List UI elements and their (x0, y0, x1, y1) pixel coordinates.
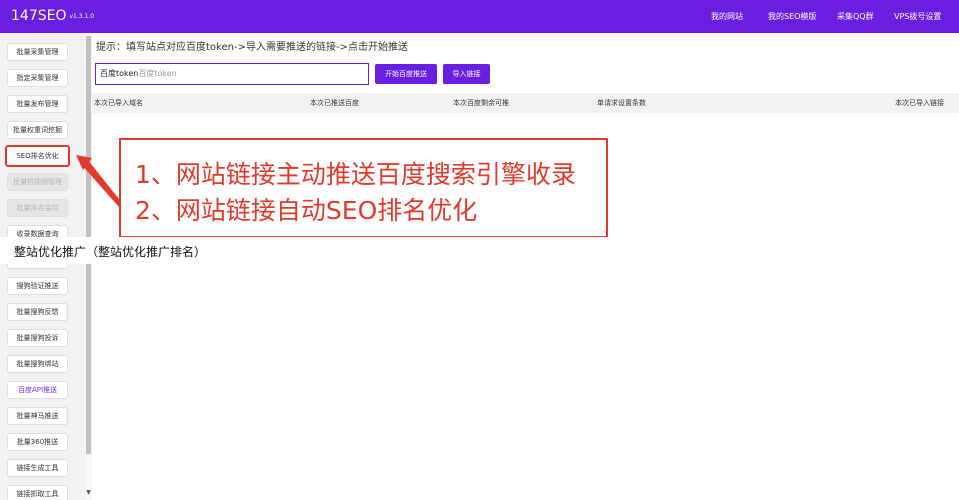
sidebar-item[interactable]: 指定采集管理 (7, 69, 68, 87)
sidebar-item[interactable]: 批量采集管理 (7, 43, 68, 61)
sidebar-item[interactable]: 批量360推送 (7, 433, 68, 451)
token-input-value: 百度token (100, 69, 139, 78)
nav-vps-dial-settings[interactable]: VPS拨号设置 (894, 0, 941, 33)
callout-line-1: 1、网站链接主动推送百度搜索引擎收录 (135, 160, 576, 189)
baidu-token-input[interactable]: 百度token百度token (95, 63, 369, 85)
stats-bar (92, 93, 959, 113)
sidebar-item: 批量短视频管理 (7, 173, 68, 191)
sidebar-item[interactable]: 批量权重词挖掘 (7, 121, 68, 139)
sidebar-item[interactable]: 批量搜狗投诉 (7, 329, 68, 347)
sidebar-item[interactable]: 链接抓取工具 (7, 485, 68, 500)
nav-seo-templates[interactable]: 我的SEO模版 (768, 0, 816, 33)
sidebar-item[interactable]: 链接生成工具 (7, 459, 68, 477)
import-links-button[interactable]: 导入链接 (443, 64, 490, 84)
sidebar-item[interactable]: 百度API推送 (7, 381, 68, 399)
brand-logo: 147SEO v1.3.1.0 (11, 8, 94, 24)
callout-line-2: 2、网站链接自动SEO排名优化 (135, 196, 478, 225)
stat-per-request-count: 单请求设置条数 (597, 99, 646, 107)
version-label: v1.3.1.0 (69, 12, 95, 20)
top-bar: 147SEO v1.3.1.0 我的网站 我的SEO模版 采集QQ群 VPS拨号设… (0, 0, 959, 33)
caption-text: 整站优化推广（整站优化推广排名） (14, 245, 207, 259)
stat-imported-domains: 本次已导入域名 (94, 99, 143, 107)
brand-name: 147SEO (11, 8, 67, 24)
scroll-down-icon[interactable]: ▼ (85, 489, 92, 498)
sidebar-item: 批量排名监控 (7, 199, 68, 217)
sidebar-item[interactable]: 批量发布管理 (7, 95, 68, 113)
start-baidu-push-button[interactable]: 开始百度推送 (375, 64, 437, 84)
app-window: 147SEO v1.3.1.0 我的网站 我的SEO模版 采集QQ群 VPS拨号设… (0, 0, 959, 500)
stat-imported-links: 本次已导入链接 (895, 99, 944, 107)
nav-my-sites[interactable]: 我的网站 (711, 0, 743, 33)
sidebar-item[interactable]: 批量神马推送 (7, 407, 68, 425)
sidebar-item[interactable]: SEO排名优化 (5, 145, 70, 167)
token-input-placeholder: 百度token (138, 69, 177, 78)
sidebar-item[interactable]: 搜狗验证推送 (7, 277, 68, 295)
nav-collect-qq-groups[interactable]: 采集QQ群 (837, 0, 874, 33)
sidebar-item[interactable]: 批量搜狗绑站 (7, 355, 68, 373)
stat-baidu-remaining: 本次百度剩余可推 (453, 99, 509, 107)
stat-pushed-baidu: 本次已推送百度 (310, 99, 359, 107)
sidebar-item[interactable]: 批量搜狗反馈 (7, 303, 68, 321)
hint-text: 提示：填写站点对应百度token->导入需要推送的链接->点击开始推送 (96, 42, 408, 53)
